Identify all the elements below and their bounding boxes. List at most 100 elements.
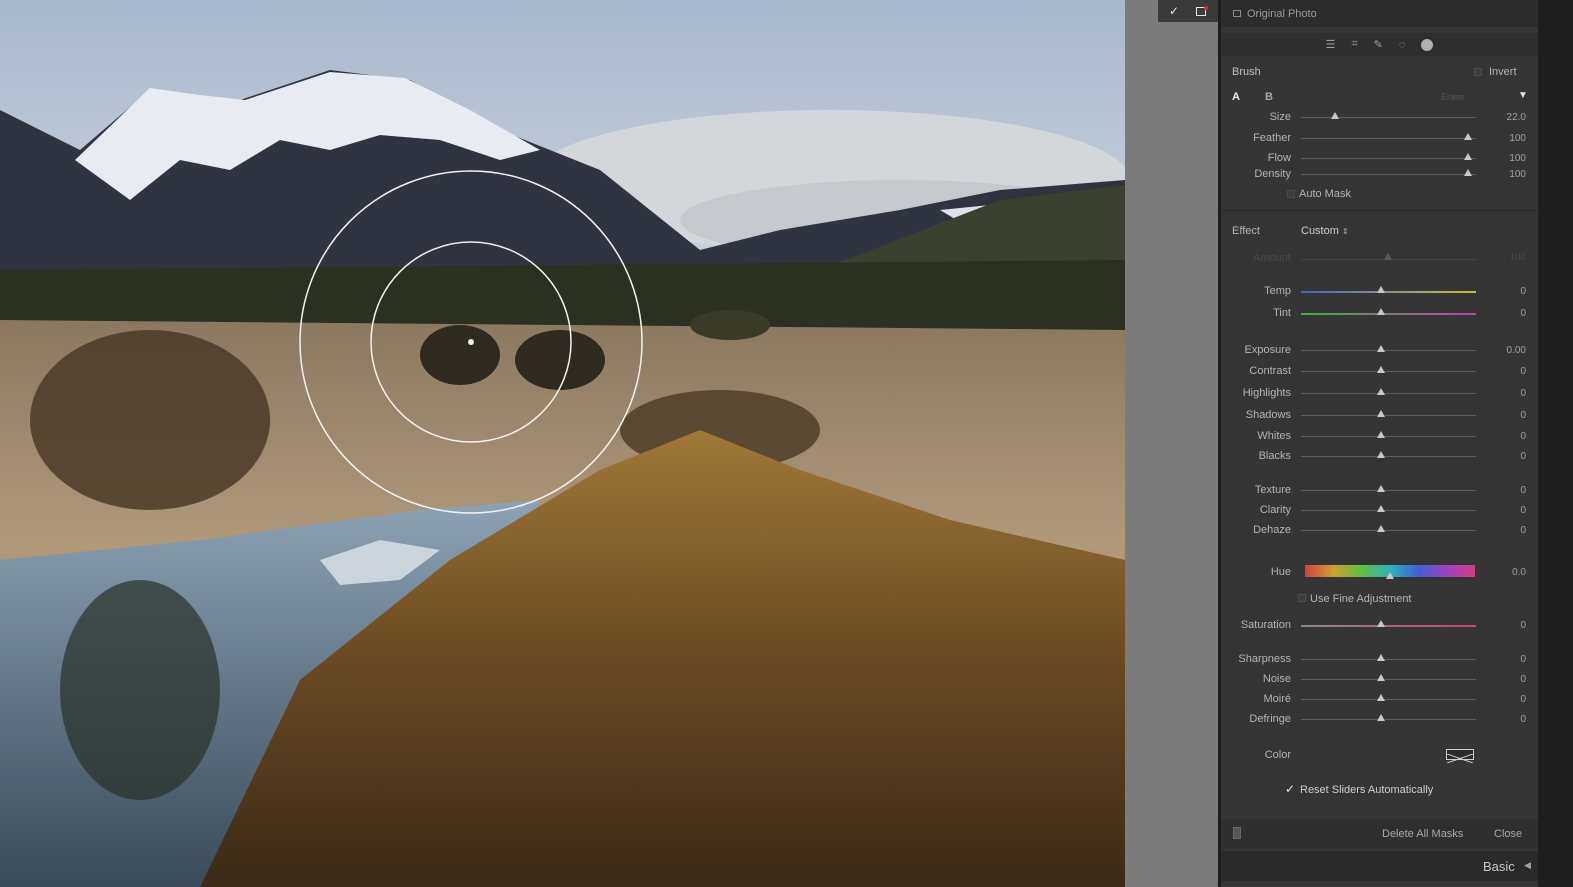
slider-track[interactable] bbox=[1301, 679, 1476, 680]
slider-label: Tint bbox=[1273, 307, 1291, 319]
slider-thumb[interactable] bbox=[1376, 525, 1385, 532]
filmstrip-gutter: ✓ bbox=[1125, 0, 1218, 887]
delete-all-masks-button[interactable]: Delete All Masks bbox=[1382, 828, 1463, 840]
slider-label: Moiré bbox=[1263, 693, 1291, 705]
slider-track[interactable] bbox=[1301, 174, 1476, 175]
slider-value: 22.0 bbox=[1506, 112, 1526, 123]
slider-track[interactable] bbox=[1301, 625, 1476, 627]
slider-thumb[interactable] bbox=[1376, 451, 1385, 458]
slider-label: Saturation bbox=[1240, 619, 1291, 631]
slider-track[interactable] bbox=[1301, 350, 1476, 351]
slider-value: 0 bbox=[1520, 485, 1526, 496]
sliders-icon[interactable]: ☰ bbox=[1326, 38, 1336, 51]
brush-icon[interactable]: ✎ bbox=[1374, 38, 1383, 51]
hue-thumb[interactable] bbox=[1386, 572, 1394, 579]
slider-label: Texture bbox=[1254, 484, 1291, 496]
basic-panel-label: Basic bbox=[1483, 859, 1515, 874]
masking-icon[interactable] bbox=[1421, 38, 1434, 51]
brush-menu-triangle-icon[interactable]: ▼ bbox=[1518, 90, 1528, 101]
slider-value: 0 bbox=[1520, 410, 1526, 421]
slider-label: Flow bbox=[1267, 152, 1291, 164]
slider-value: 0.00 bbox=[1506, 345, 1526, 356]
reset-sliders-label: Reset Sliders Automatically bbox=[1300, 784, 1434, 796]
basic-panel-header[interactable]: Basic ◀ bbox=[1221, 851, 1538, 881]
brush-tab-a[interactable]: A bbox=[1232, 91, 1240, 103]
slider-track[interactable] bbox=[1301, 158, 1476, 159]
slider-label: Size bbox=[1269, 111, 1291, 123]
slider-thumb[interactable] bbox=[1376, 388, 1385, 395]
invert-checkbox[interactable] bbox=[1474, 68, 1482, 76]
slider-thumb[interactable] bbox=[1331, 112, 1339, 119]
slider-value: 0 bbox=[1520, 366, 1526, 377]
slider-thumb[interactable] bbox=[1376, 694, 1385, 701]
slider-thumb[interactable] bbox=[1376, 431, 1385, 438]
slider-label: Feather bbox=[1253, 132, 1291, 144]
slider-thumb[interactable] bbox=[1376, 714, 1385, 721]
slider-track[interactable] bbox=[1301, 659, 1476, 660]
slider-track[interactable] bbox=[1301, 393, 1476, 394]
slider-thumb[interactable] bbox=[1376, 286, 1385, 293]
slider-thumb[interactable] bbox=[1376, 345, 1385, 352]
slider-label: Shadows bbox=[1245, 409, 1291, 421]
slider-track[interactable] bbox=[1301, 117, 1476, 118]
slider-label: Whites bbox=[1257, 430, 1291, 442]
effect-preset-dropdown[interactable]: Custom ⇕ bbox=[1301, 225, 1349, 237]
slider-label: Blacks bbox=[1258, 450, 1291, 462]
app-window: ✓ Original Photo ☰ ⌗ ✎ ◌ Brush Invert A … bbox=[0, 0, 1573, 887]
slider-track[interactable] bbox=[1301, 530, 1476, 531]
chevron-updown-icon: ⇕ bbox=[1341, 227, 1349, 236]
slider-thumb[interactable] bbox=[1376, 654, 1385, 661]
slider-track[interactable] bbox=[1301, 371, 1476, 372]
slider-thumb[interactable] bbox=[1376, 505, 1385, 512]
slider-track[interactable] bbox=[1301, 436, 1476, 437]
color-swatch[interactable] bbox=[1446, 749, 1474, 764]
slider-thumb[interactable] bbox=[1376, 620, 1385, 627]
photo-canvas[interactable] bbox=[0, 0, 1125, 887]
slider-track[interactable] bbox=[1301, 490, 1476, 491]
auto-mask-label: Auto Mask bbox=[1299, 188, 1351, 200]
fine-adjust-label: Use Fine Adjustment bbox=[1310, 593, 1412, 605]
slider-track[interactable] bbox=[1301, 415, 1476, 416]
slider-thumb[interactable] bbox=[1464, 169, 1472, 176]
slider-track[interactable] bbox=[1301, 313, 1476, 315]
slider-value: 0 bbox=[1520, 308, 1526, 319]
slider-track[interactable] bbox=[1301, 456, 1476, 457]
close-button[interactable]: Close bbox=[1494, 828, 1522, 840]
landscape-photo bbox=[0, 0, 1125, 887]
slider-label: Highlights bbox=[1242, 387, 1291, 399]
slider-value: 0 bbox=[1520, 674, 1526, 685]
amount-value: 100 bbox=[1509, 252, 1526, 263]
slider-value: 100 bbox=[1509, 153, 1526, 164]
brush-tab-erase[interactable]: Erase bbox=[1441, 92, 1465, 102]
slider-track[interactable] bbox=[1301, 510, 1476, 511]
slider-thumb[interactable] bbox=[1376, 308, 1385, 315]
slider-label: Temp bbox=[1264, 285, 1291, 297]
confirm-check-icon[interactable]: ✓ bbox=[1160, 0, 1188, 22]
slider-track[interactable] bbox=[1301, 699, 1476, 700]
mask-overlay-icon[interactable] bbox=[1188, 0, 1216, 22]
fine-adjust-checkbox[interactable] bbox=[1298, 594, 1306, 602]
mask-toolbar: ✓ bbox=[1158, 0, 1218, 22]
amount-thumb[interactable] bbox=[1384, 253, 1392, 260]
slider-track[interactable] bbox=[1301, 138, 1476, 139]
slider-track[interactable] bbox=[1301, 291, 1476, 293]
redeye-icon[interactable]: ◌ bbox=[1399, 39, 1406, 51]
auto-mask-checkbox[interactable] bbox=[1287, 190, 1295, 198]
slider-thumb[interactable] bbox=[1376, 410, 1385, 417]
photo-icon bbox=[1233, 10, 1241, 17]
slider-thumb[interactable] bbox=[1376, 366, 1385, 373]
slider-thumb[interactable] bbox=[1464, 153, 1472, 160]
color-label: Color bbox=[1264, 749, 1291, 761]
reset-check-icon[interactable]: ✓ bbox=[1285, 782, 1295, 796]
mask-toggle-icon[interactable] bbox=[1233, 827, 1241, 839]
brush-tab-b[interactable]: B bbox=[1265, 91, 1273, 103]
slider-thumb[interactable] bbox=[1376, 674, 1385, 681]
slider-thumb[interactable] bbox=[1464, 133, 1472, 140]
brush-title: Brush bbox=[1232, 66, 1261, 78]
tool-strip: ☰ ⌗ ✎ ◌ bbox=[1221, 33, 1538, 56]
slider-label: Clarity bbox=[1259, 504, 1291, 516]
slider-track[interactable] bbox=[1301, 719, 1476, 720]
right-panel: Original Photo ☰ ⌗ ✎ ◌ Brush Invert A B … bbox=[1218, 0, 1573, 887]
slider-thumb[interactable] bbox=[1376, 485, 1385, 492]
crop-icon[interactable]: ⌗ bbox=[1351, 38, 1357, 51]
